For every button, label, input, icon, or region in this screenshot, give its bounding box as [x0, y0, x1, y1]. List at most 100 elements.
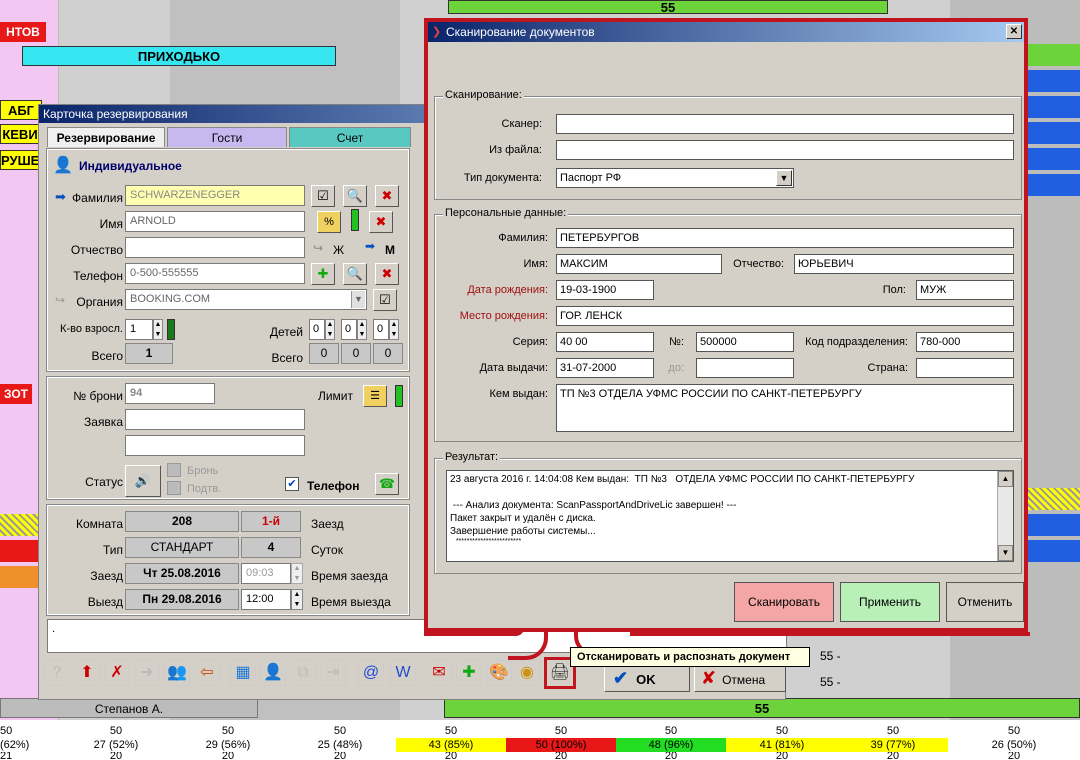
right-bar[interactable] [1028, 70, 1080, 92]
scrollbar[interactable]: ▲ ▼ [997, 471, 1013, 561]
checkout-date[interactable]: Пн 29.08.2016 [125, 589, 239, 610]
right-bar[interactable] [1028, 540, 1080, 562]
pob-field[interactable]: ГОР. ЛЕНСК [556, 306, 1014, 326]
scan-button[interactable]: Сканировать [734, 582, 834, 622]
delete-doc-icon[interactable]: ✗ [104, 660, 130, 686]
left-tag[interactable]: АБГ [0, 100, 42, 120]
stepper-icon[interactable]: ▲ ▼ [325, 319, 335, 340]
ok-button[interactable]: ✔ OK [604, 664, 690, 692]
right-bar[interactable] [1028, 96, 1080, 118]
booking-bar-55[interactable]: 55 [444, 698, 1080, 718]
calculator-icon[interactable]: ▦ [230, 660, 256, 686]
right-bar[interactable] [1028, 148, 1080, 170]
checkin-date[interactable]: Чт 25.08.2016 [125, 563, 239, 584]
scroll-up-icon[interactable]: ▲ [998, 471, 1013, 487]
checkbox-phone[interactable]: ✔ [285, 477, 299, 491]
tab-reservation[interactable]: Резервирование [47, 127, 165, 147]
search-icon[interactable]: 🔍 [343, 263, 367, 285]
booking-bar-prikhodko[interactable]: ПРИХОДЬКО [22, 46, 336, 66]
children-field[interactable]: 0 [341, 319, 357, 340]
palette-icon[interactable]: 🎨 [486, 660, 512, 686]
subdiv-field[interactable]: 780-000 [916, 332, 1014, 352]
add-icon[interactable]: ✚ [311, 263, 335, 285]
adults-field[interactable]: 1 [125, 319, 153, 340]
search-icon[interactable]: 🔍 [343, 185, 367, 207]
country-field[interactable] [916, 358, 1014, 378]
issuer-field[interactable]: ТП №3 ОТДЕЛА УФМС РОССИИ ПО САНКТ-ПЕТЕРБ… [556, 384, 1014, 432]
left-bar-red[interactable] [0, 540, 38, 562]
left-tag[interactable]: ЗОТ [0, 384, 32, 404]
camera-icon[interactable]: ◉ [514, 660, 540, 686]
left-bar-orange[interactable] [0, 566, 38, 588]
children-field[interactable]: 0 [309, 319, 325, 340]
stepper-icon[interactable]: ▲ ▼ [153, 319, 163, 340]
apply-button[interactable]: Применить [840, 582, 940, 622]
stepper-icon[interactable]: ▲ ▼ [291, 563, 303, 584]
gender-f-label[interactable]: Ж [333, 243, 344, 257]
series-field[interactable]: 40 00 [556, 332, 654, 352]
request-field-2[interactable] [125, 435, 305, 456]
right-bar[interactable] [1028, 174, 1080, 196]
delete-icon[interactable]: ✖ [369, 211, 393, 233]
copy-icon[interactable]: ⧉ [290, 660, 316, 686]
tab-bill[interactable]: Счет [289, 127, 411, 147]
chevron-down-icon[interactable]: ▼ [776, 170, 792, 186]
left-tag[interactable]: КЕВИ [0, 124, 40, 144]
left-bar-hatched[interactable] [0, 514, 38, 536]
right-bar[interactable] [1028, 514, 1080, 536]
email-icon[interactable]: @ [358, 660, 384, 686]
surname-field[interactable]: ПЕТЕРБУРГОВ [556, 228, 1014, 248]
stepper-icon[interactable]: ▲ ▼ [357, 319, 367, 340]
checkbox-bron[interactable] [167, 463, 181, 477]
children-field[interactable]: 0 [373, 319, 389, 340]
speaker-icon[interactable]: 🔊 [125, 465, 161, 497]
percent-icon[interactable]: % [317, 211, 341, 233]
patronymic-field[interactable] [125, 237, 305, 258]
add-icon[interactable]: ✚ [456, 660, 482, 686]
scanner-field[interactable] [556, 114, 1014, 134]
booking-no-field[interactable]: 94 [125, 383, 215, 404]
org-field[interactable]: BOOKING.COM [125, 289, 367, 310]
checkin-time[interactable]: 09:03 [241, 563, 291, 584]
check-icon[interactable]: ☑ [311, 185, 335, 207]
move-icon[interactable]: ⇥ [320, 660, 346, 686]
checkbox-podtv[interactable] [167, 481, 181, 495]
right-bar-hatched[interactable] [1028, 488, 1080, 510]
cancel-button[interactable]: ✘ Отмена [694, 664, 786, 692]
phone-icon[interactable]: ☎ [375, 473, 399, 495]
number-field[interactable]: 500000 [696, 332, 794, 352]
mail-icon[interactable]: ✉ [426, 660, 452, 686]
right-bar[interactable] [1028, 44, 1080, 66]
cancel-dialog-button[interactable]: Отменить [946, 582, 1024, 622]
user-icon[interactable]: 👤 [260, 660, 286, 686]
stepper-icon[interactable]: ▲ ▼ [389, 319, 399, 340]
until-field[interactable] [696, 358, 794, 378]
doctype-select[interactable]: Паспорт РФ [556, 168, 794, 188]
users-icon[interactable]: 👥 [164, 660, 190, 686]
checkout-time[interactable]: 12:00 [241, 589, 291, 610]
top-bar-55[interactable]: 55 [448, 0, 888, 15]
issue-date-field[interactable]: 31-07-2000 [556, 358, 654, 378]
booking-bar-stepanov[interactable]: Степанов А. [0, 698, 258, 718]
stepper-icon[interactable]: ▲ ▼ [291, 589, 303, 610]
name-field[interactable]: МАКСИМ [556, 254, 722, 274]
right-bar[interactable] [1028, 122, 1080, 144]
gender-m-label[interactable]: М [385, 243, 395, 257]
result-textarea[interactable]: 23 августа 2016 г. 14:04:08 Кем выдан: Т… [446, 470, 1014, 562]
booking-icon[interactable]: ⬆ [74, 660, 100, 686]
forward-icon[interactable]: ➜ [134, 660, 160, 686]
sex-field[interactable]: МУЖ [916, 280, 1014, 300]
exit-icon[interactable]: ⇦ [194, 660, 220, 686]
file-field[interactable] [556, 140, 1014, 160]
left-tag[interactable]: НТОВ [0, 22, 46, 42]
scroll-down-icon[interactable]: ▼ [998, 545, 1013, 561]
check-icon[interactable]: ☑ [373, 289, 397, 311]
close-icon[interactable]: ✕ [1006, 24, 1022, 39]
name-field[interactable]: ARNOLD [125, 211, 305, 232]
request-field-1[interactable] [125, 409, 305, 430]
phone-field[interactable]: 0-500-555555 [125, 263, 305, 284]
help-icon[interactable]: ? [44, 660, 70, 686]
limit-icon[interactable]: ☰ [363, 385, 387, 407]
delete-icon[interactable]: ✖ [375, 185, 399, 207]
chevron-down-icon[interactable]: ▼ [351, 291, 365, 308]
